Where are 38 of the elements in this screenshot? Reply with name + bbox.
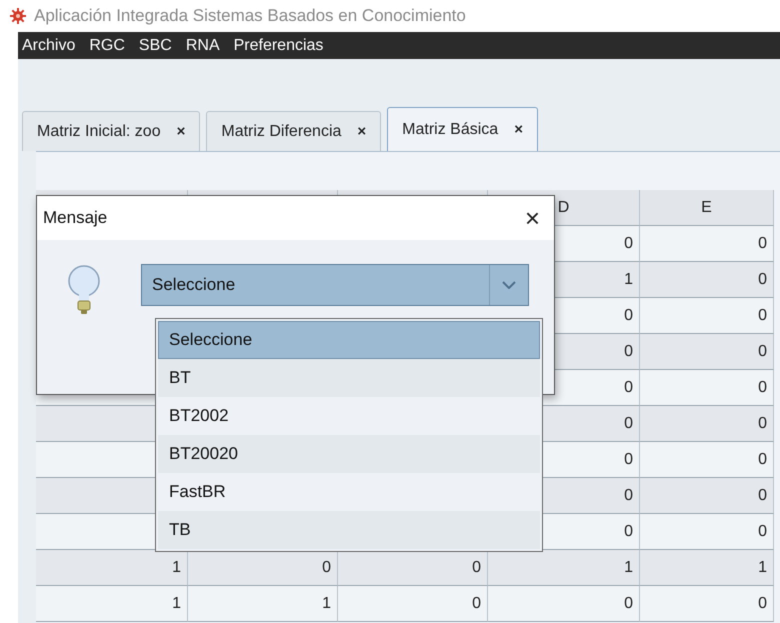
window-title: Aplicación Integrada Sistemas Basados en Conocimiento — [34, 6, 466, 26]
algorithm-dropdown[interactable]: Seleccione — [141, 264, 529, 306]
table-cell: 0 — [338, 550, 488, 586]
table-cell: 0 — [640, 370, 774, 406]
dropdown-option[interactable]: BT — [158, 359, 540, 397]
dropdown-option[interactable]: TB — [158, 511, 540, 549]
table-cell: 1 — [188, 586, 338, 622]
table-cell: 0 — [640, 226, 774, 262]
dropdown-option[interactable]: Seleccione — [158, 321, 540, 359]
dropdown-option[interactable]: BT20020 — [158, 435, 540, 473]
tab[interactable]: Matriz Inicial: zoo × — [22, 111, 200, 151]
table-cell: 0 — [640, 442, 774, 478]
column-header: E — [640, 190, 774, 226]
table-cell: 0 — [488, 586, 640, 622]
close-icon[interactable]: × — [514, 121, 523, 138]
menu-item[interactable]: SBC — [138, 36, 172, 54]
table-cell: 1 — [640, 550, 774, 586]
table-cell: 0 — [640, 298, 774, 334]
table-cell: 0 — [640, 514, 774, 550]
tab[interactable]: Matriz Básica × — [387, 107, 538, 151]
table-cell: 0 — [640, 334, 774, 370]
table-cell: 1 — [36, 550, 188, 586]
dialog-title: Mensaje — [43, 208, 108, 228]
table-cell: 0 — [188, 550, 338, 586]
table-cell: 0 — [640, 586, 774, 622]
menu-item[interactable]: Preferencias — [234, 36, 324, 54]
table-cell: 0 — [640, 262, 774, 298]
menu-item[interactable]: Archivo — [22, 36, 76, 54]
close-icon[interactable]: × — [176, 123, 186, 140]
menu-item[interactable]: RNA — [186, 36, 220, 54]
close-icon[interactable]: × — [357, 123, 366, 140]
table-cell: 0 — [640, 478, 774, 514]
menu-item[interactable]: RGC — [89, 36, 125, 54]
table-cell: 1 — [36, 586, 188, 622]
table-cell: 1 — [488, 550, 640, 586]
table-cell: 0 — [640, 406, 774, 442]
table-cell: 0 — [338, 586, 488, 622]
tab[interactable]: Matriz Diferencia × — [206, 111, 382, 151]
